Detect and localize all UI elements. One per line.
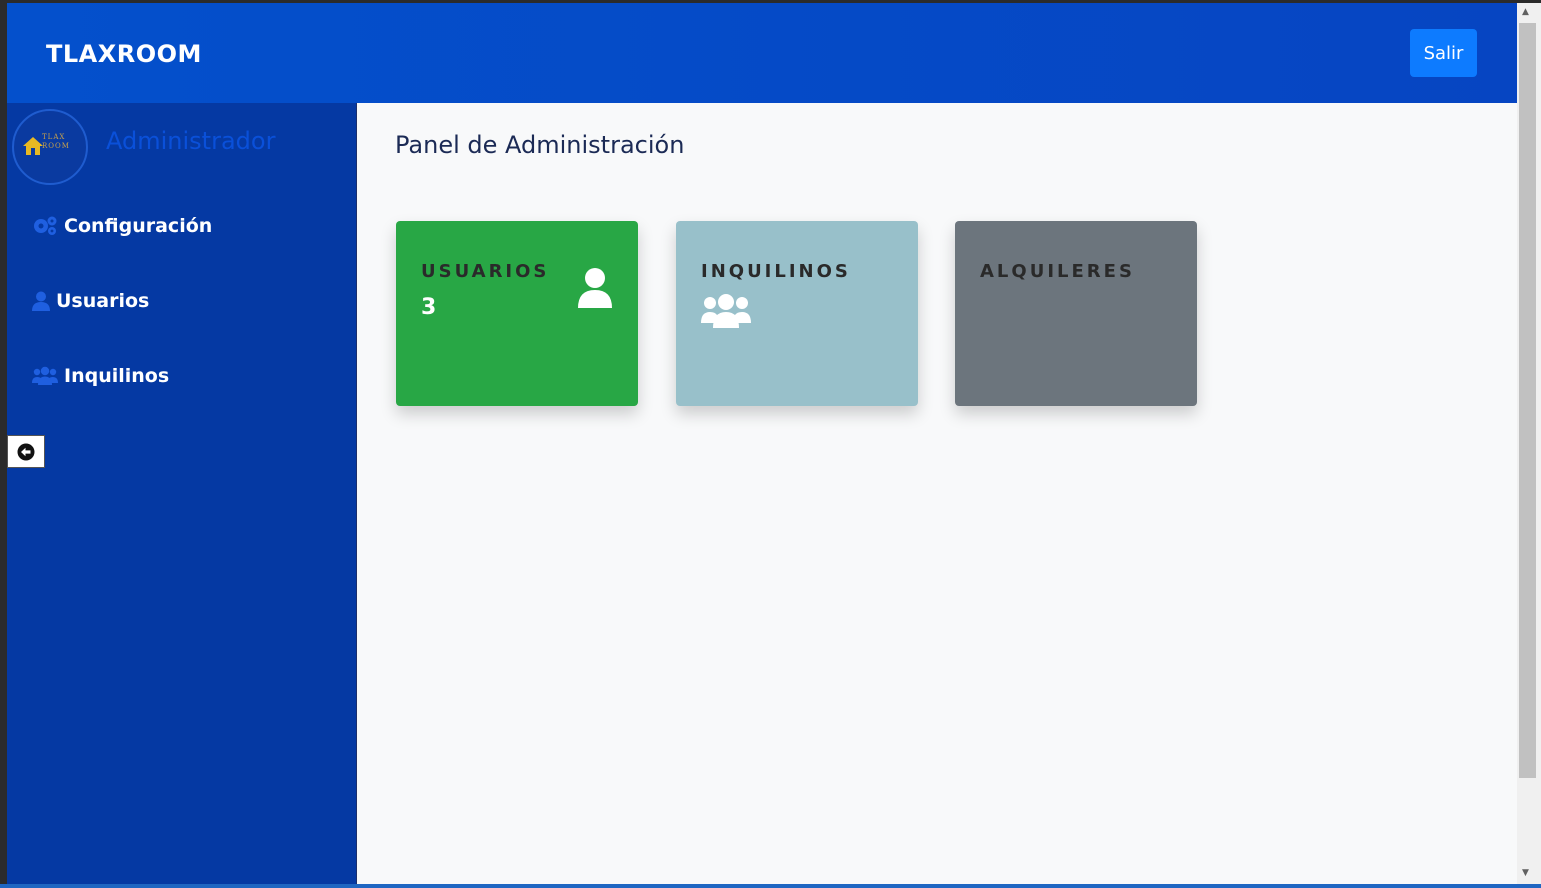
card-label: INQUILINOS (701, 261, 851, 282)
users-icon (701, 294, 751, 328)
logo-text: TLAX ROOM (42, 133, 70, 150)
card-label: USUARIOS (421, 261, 550, 282)
collapse-sidebar-button[interactable] (7, 435, 45, 468)
taskbar-edge (0, 884, 1541, 888)
browser-viewport: TLAXROOM Salir TLAX ROOM Administrador C… (7, 3, 1517, 884)
scroll-thumb[interactable] (1519, 23, 1536, 778)
arrow-left-circle-icon (17, 443, 35, 460)
scroll-down-icon[interactable]: ▼ (1522, 868, 1529, 878)
house-icon (23, 137, 43, 155)
users-icon (32, 366, 58, 385)
card-usuarios[interactable]: USUARIOS 3 (396, 221, 638, 406)
card-inquilinos[interactable]: INQUILINOS (676, 221, 918, 406)
sidebar-item-label: Configuración (64, 215, 213, 237)
role-label: Administrador (106, 127, 276, 155)
sidebar-item-usuarios[interactable]: Usuarios (32, 290, 149, 312)
card-count: 3 (421, 295, 437, 320)
vertical-scrollbar[interactable]: ▲ ▼ (1517, 3, 1541, 884)
sidebar-item-label: Inquilinos (64, 365, 170, 387)
sidebar-item-inquilinos[interactable]: Inquilinos (32, 365, 169, 387)
user-icon (32, 291, 50, 311)
sidebar-item-configuracion[interactable]: Configuración (32, 215, 212, 237)
card-label: ALQUILERES (980, 261, 1135, 282)
gears-icon (34, 216, 57, 235)
main-content: Panel de Administración USUARIOS 3 INQUI… (357, 103, 1517, 884)
sidebar-item-label: Usuarios (56, 290, 150, 312)
top-navbar: TLAXROOM Salir (7, 3, 1517, 103)
user-icon (578, 268, 612, 308)
sidebar: TLAX ROOM Administrador Configuración Us… (7, 103, 357, 884)
brand-title[interactable]: TLAXROOM (46, 40, 202, 68)
card-alquileres[interactable]: ALQUILERES (955, 221, 1197, 406)
logo: TLAX ROOM (12, 109, 88, 185)
scroll-up-icon[interactable]: ▲ (1522, 7, 1529, 17)
logout-button[interactable]: Salir (1410, 29, 1477, 77)
page-title: Panel de Administración (395, 131, 685, 159)
